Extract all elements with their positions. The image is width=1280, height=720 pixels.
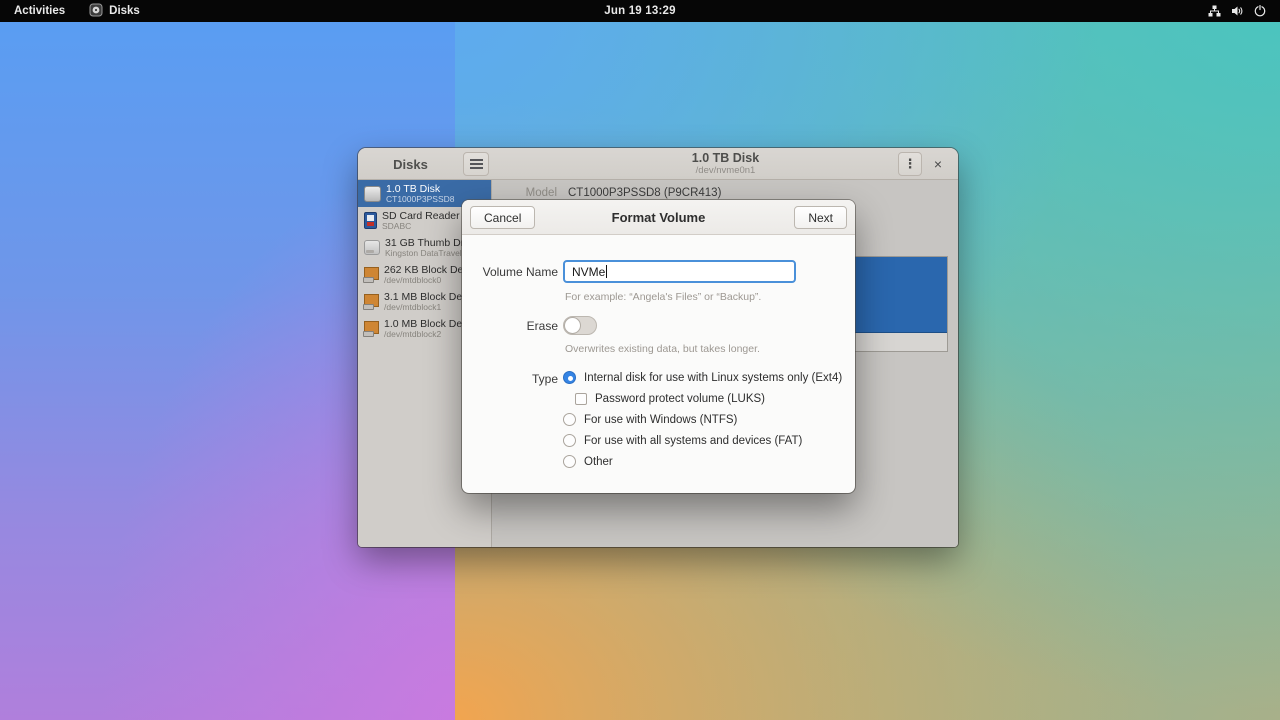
item-title: SD Card Reader	[382, 209, 460, 222]
item-subtitle: SDABC	[382, 220, 412, 231]
sd-card-icon	[364, 212, 377, 229]
option-label: For use with all systems and devices (FA…	[584, 434, 803, 447]
type-option-fat[interactable]: For use with all systems and devices (FA…	[563, 432, 842, 449]
block-device-icon	[363, 267, 379, 283]
disk-device-path: /dev/nvme0n1	[695, 164, 756, 176]
kebab-menu-icon: ⋮	[903, 156, 917, 171]
volume-name-hint: For example: “Angela's Files” or “Backup…	[565, 291, 762, 303]
close-icon: ×	[933, 156, 943, 172]
option-label: Other	[584, 455, 613, 468]
volume-name-value: NVMe	[572, 264, 606, 279]
header-disk-title: 1.0 TB Disk /dev/nvme0n1	[493, 148, 958, 180]
model-value: CT1000P3PSSD8 (P9CR413)	[568, 187, 722, 199]
type-option-ext4[interactable]: Internal disk for use with Linux systems…	[563, 369, 842, 386]
block-device-icon	[363, 321, 379, 337]
format-volume-dialog: Format Volume Cancel Next Volume Name NV…	[462, 200, 855, 493]
type-option-other[interactable]: Other	[563, 453, 842, 470]
block-device-icon	[363, 294, 379, 310]
erase-hint: Overwrites existing data, but takes long…	[565, 343, 760, 355]
app-menu-label: Disks	[109, 5, 140, 17]
volume-name-label: Volume Name	[482, 265, 558, 279]
option-label: Internal disk for use with Linux systems…	[584, 371, 843, 384]
system-status-area[interactable]	[1200, 0, 1274, 22]
dialog-headerbar: Format Volume Cancel Next	[462, 200, 855, 235]
text-caret	[606, 265, 608, 278]
erase-toggle[interactable]	[563, 316, 597, 335]
disk-title: 1.0 TB Disk	[691, 151, 760, 166]
disks-app-icon	[89, 3, 103, 20]
cancel-button[interactable]: Cancel	[470, 206, 536, 229]
dialog-body: Volume Name NVMe For example: “Angela's …	[462, 235, 855, 493]
model-row: Model CT1000P3PSSD8 (P9CR413)	[493, 180, 958, 199]
item-title: 1.0 TB Disk	[386, 182, 441, 195]
radio-icon	[563, 455, 576, 468]
type-option-ntfs[interactable]: For use with Windows (NTFS)	[563, 411, 842, 428]
hamburger-menu-button[interactable]	[463, 152, 489, 176]
window-title: Disks	[393, 156, 428, 172]
toggle-knob	[564, 317, 581, 334]
option-label: Password protect volume (LUKS)	[595, 392, 766, 405]
clock[interactable]: Jun 19 13:29	[604, 5, 675, 17]
activities-button[interactable]: Activities	[0, 0, 79, 22]
radio-icon	[563, 413, 576, 426]
close-button[interactable]: ×	[926, 152, 950, 176]
disks-headerbar: Disks 1.0 TB Disk /dev/nvme0n1 ⋮ ×	[358, 148, 958, 180]
option-label: For use with Windows (NTFS)	[584, 413, 738, 426]
radio-icon	[563, 434, 576, 447]
audio-volume-icon	[1231, 5, 1244, 17]
top-bar: Activities Disks Jun 19 13:29	[0, 0, 1280, 22]
next-button[interactable]: Next	[794, 206, 847, 229]
item-subtitle: CT1000P3PSSD8	[386, 193, 455, 204]
radio-selected-icon	[563, 371, 576, 384]
thumb-drive-icon	[364, 240, 380, 255]
model-label: Model	[525, 187, 557, 199]
checkbox-icon	[575, 392, 587, 405]
type-label: Type	[531, 372, 558, 386]
volume-name-input[interactable]: NVMe	[563, 260, 796, 283]
type-option-luks[interactable]: Password protect volume (LUKS)	[575, 390, 842, 407]
hamburger-icon	[469, 159, 483, 161]
power-icon	[1254, 5, 1266, 17]
erase-label: Erase	[526, 319, 558, 333]
hard-disk-icon	[364, 185, 381, 202]
drive-menu-button[interactable]: ⋮	[898, 152, 922, 176]
app-menu-button[interactable]: Disks	[79, 0, 150, 22]
type-options: Internal disk for use with Linux systems…	[563, 369, 842, 474]
network-icon	[1208, 5, 1221, 17]
